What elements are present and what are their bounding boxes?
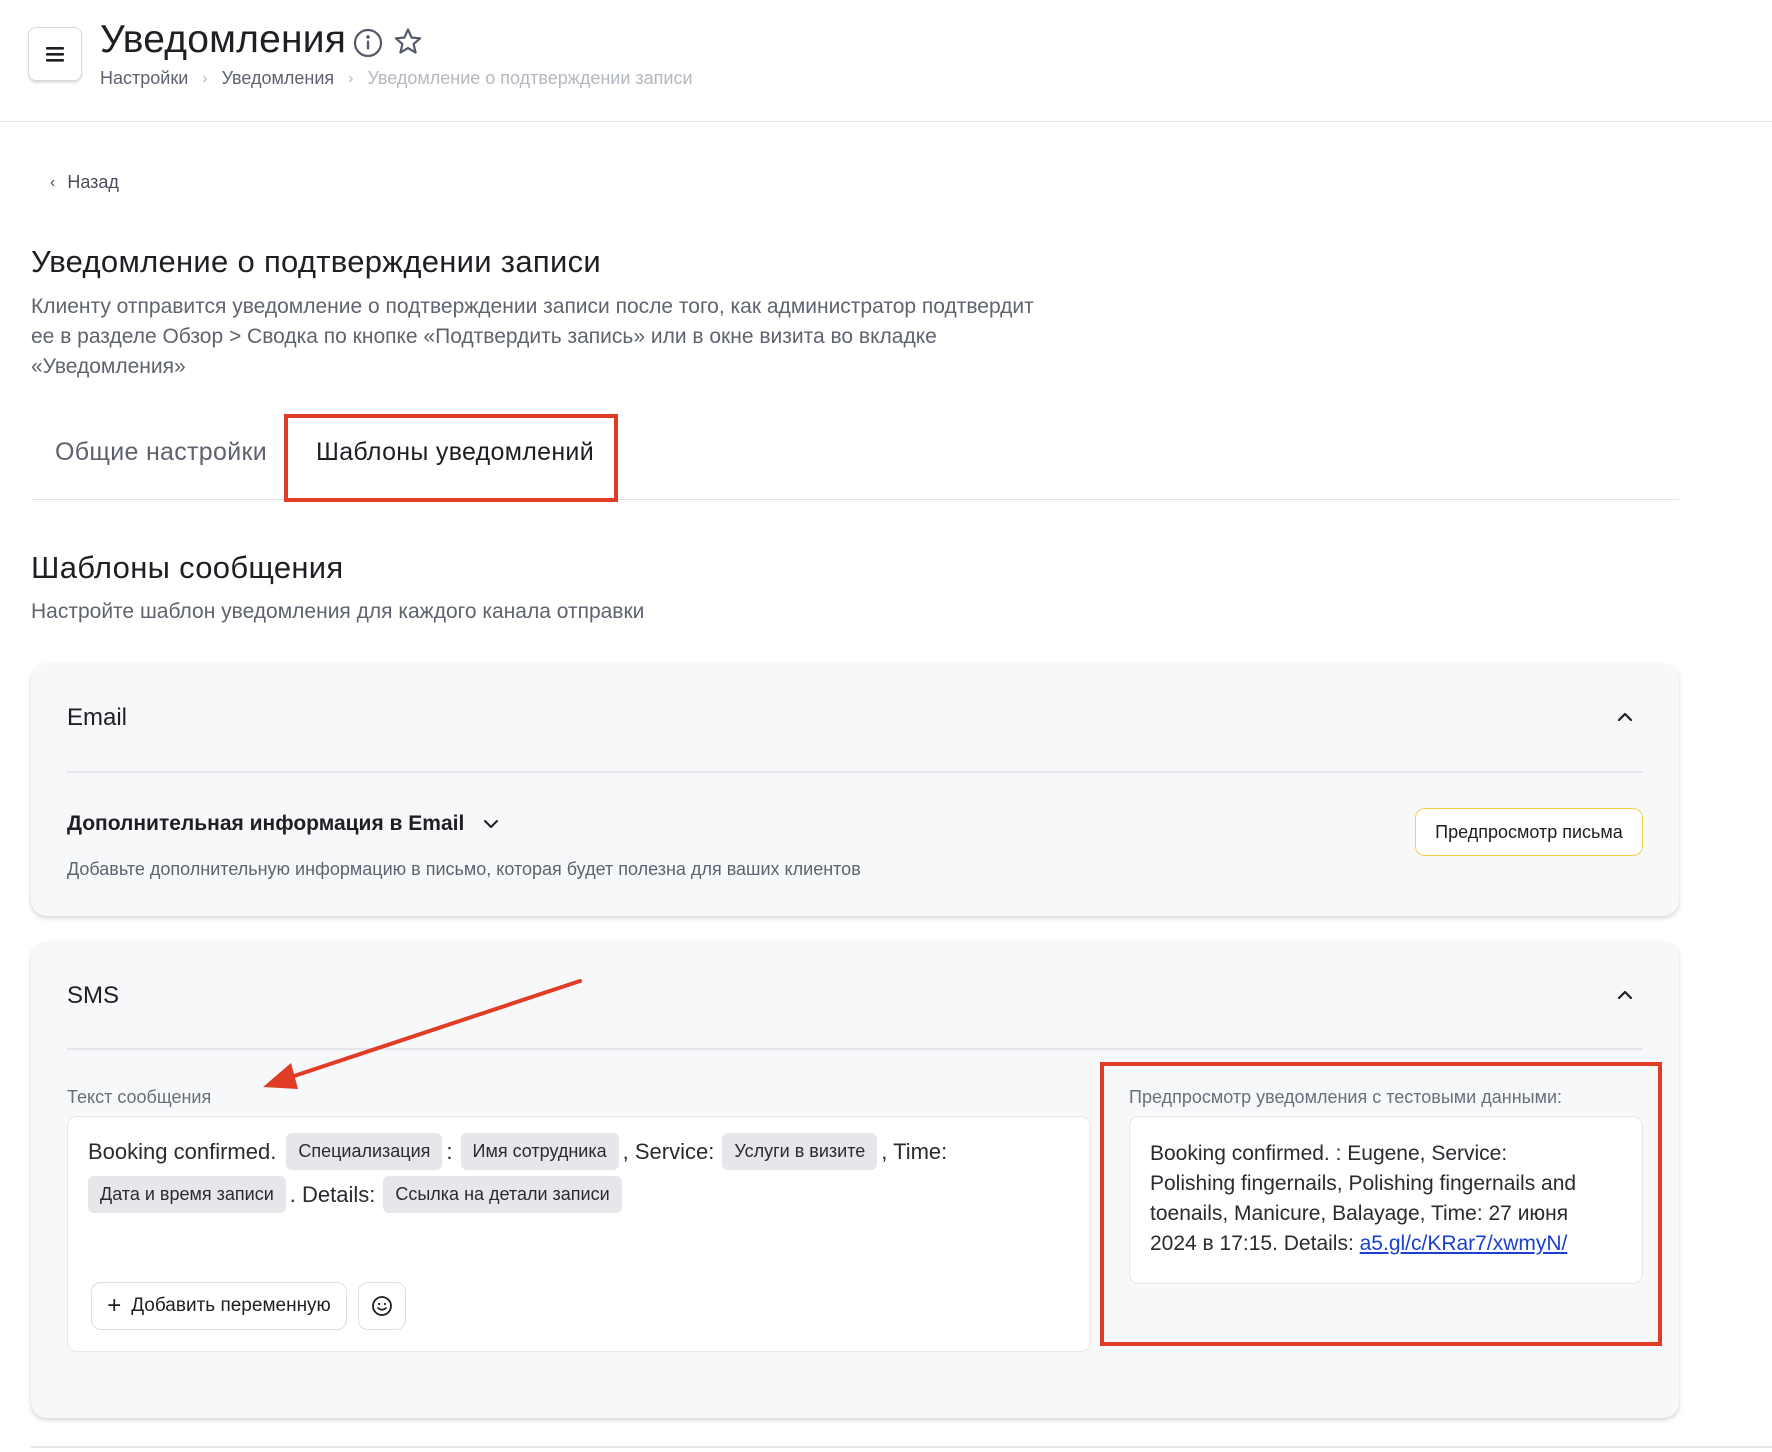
star-icon[interactable] (392, 26, 424, 58)
add-variable-label: Добавить переменную (131, 1295, 331, 1316)
email-card: Email Дополнительная информация в Email … (31, 664, 1679, 916)
email-extra-info-title: Дополнительная информация в Email (67, 812, 465, 835)
divider (67, 1048, 1643, 1050)
section-description: Клиенту отправится уведомление о подтвер… (31, 292, 1151, 382)
back-link[interactable]: ‹ Назад (50, 172, 119, 193)
email-extra-info-description: Добавьте дополнительную информацию в пис… (67, 859, 861, 879)
plus-icon: + (107, 1292, 122, 1319)
top-bar: Уведомления Настройки › Уведомления › Ув… (0, 0, 1772, 122)
breadcrumb-item-settings[interactable]: Настройки (100, 68, 188, 89)
info-icon[interactable] (352, 27, 384, 59)
chevron-left-icon: ‹ (50, 173, 56, 191)
message-text: : (446, 1138, 453, 1164)
message-line: Booking confirmed. Специализация : Имя с… (88, 1133, 947, 1170)
chevron-up-icon[interactable] (1615, 710, 1635, 724)
breadcrumb: Настройки › Уведомления › Уведомление о … (100, 68, 693, 89)
section-description-line: Клиенту отправится уведомление о подтвер… (31, 295, 1034, 318)
variable-chip[interactable]: Имя сотрудника (460, 1133, 619, 1170)
section-title: Уведомление о подтверждении записи (31, 244, 601, 279)
templates-title: Шаблоны сообщения (31, 550, 344, 585)
emoji-button[interactable] (358, 1282, 406, 1330)
chevron-down-icon (484, 820, 499, 828)
chevron-right-icon: › (202, 69, 208, 87)
breadcrumb-item-current: Уведомление о подтверждении записи (367, 68, 693, 88)
smiley-icon (372, 1296, 392, 1316)
divider (31, 1446, 1772, 1448)
templates-description: Настройте шаблон уведомления для каждого… (31, 600, 645, 623)
message-line: Дата и время записи . Details: Ссылка на… (88, 1176, 626, 1213)
section-description-line: ее в разделе Обзор > Сводка по кнопке «П… (31, 325, 937, 348)
message-text: Booking confirmed. (88, 1138, 277, 1164)
email-extra-info-toggle[interactable]: Дополнительная информация в Email (67, 812, 500, 836)
message-editor[interactable]: Booking confirmed. Специализация : Имя с… (67, 1116, 1091, 1352)
page-title: Уведомления (100, 18, 347, 61)
message-text-label: Текст сообщения (67, 1087, 212, 1107)
sms-card-title: SMS (67, 982, 120, 1009)
chevron-up-icon[interactable] (1615, 988, 1635, 1002)
tab-general-settings[interactable]: Общие настройки (55, 438, 267, 467)
email-card-title: Email (67, 704, 128, 731)
variable-chip[interactable]: Ссылка на детали записи (383, 1176, 622, 1213)
variable-chip[interactable]: Дата и время записи (88, 1176, 286, 1213)
annotation-highlight-box (1100, 1062, 1662, 1346)
email-preview-button[interactable]: Предпросмотр письма (1415, 808, 1643, 856)
back-label: Назад (67, 172, 119, 192)
message-text: , Service: (622, 1138, 715, 1164)
annotation-highlight-box (284, 414, 618, 502)
chevron-right-icon: › (348, 69, 354, 87)
variable-chip[interactable]: Специализация (286, 1133, 443, 1170)
menu-button[interactable] (28, 27, 82, 81)
message-text: . Details: (289, 1181, 376, 1207)
section-description-line: «Уведомления» (31, 355, 186, 378)
tabs: Общие настройки Шаблоны уведомлений (31, 414, 1679, 502)
hamburger-icon (46, 47, 64, 62)
variable-chip[interactable]: Услуги в визите (722, 1133, 878, 1170)
breadcrumb-item-notifications[interactable]: Уведомления (222, 68, 335, 89)
divider (67, 771, 1643, 773)
message-text: , Time: (881, 1138, 948, 1164)
add-variable-button[interactable]: + Добавить переменную (91, 1282, 347, 1330)
